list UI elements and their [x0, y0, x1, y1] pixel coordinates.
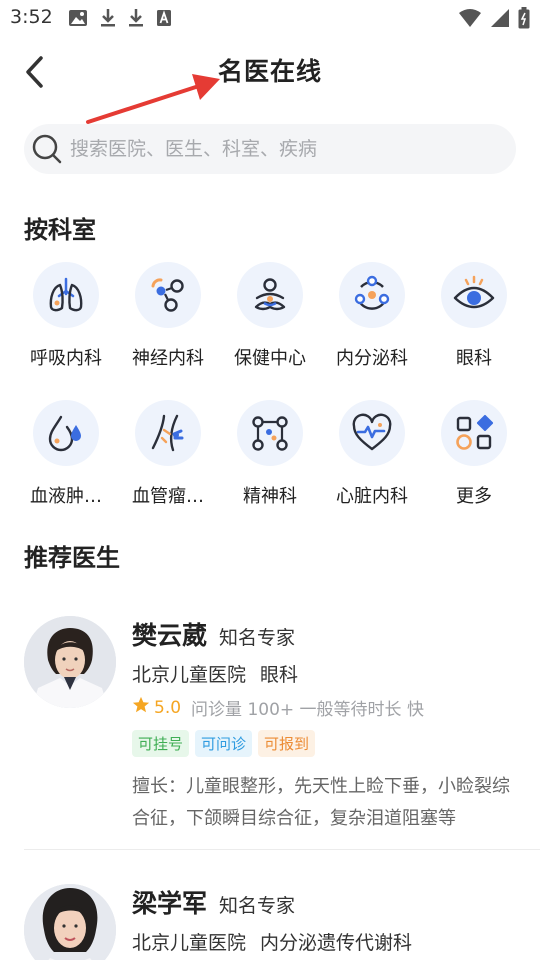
department-item-more[interactable]: 更多	[423, 400, 525, 508]
network-icon	[252, 416, 288, 451]
tag-report: 可报到	[258, 730, 316, 757]
department-label: 内分泌科	[336, 348, 408, 369]
lungs-icon	[49, 277, 83, 312]
department-item[interactable]: 保健中心	[219, 262, 321, 370]
battery-icon	[518, 7, 530, 33]
endocrine-icon	[354, 275, 390, 310]
text-icon	[156, 9, 172, 31]
department-label: 血管瘤…	[132, 486, 204, 507]
image-icon	[68, 9, 88, 31]
status-time: 3:52	[10, 6, 53, 28]
status-bar: 3:52	[0, 0, 540, 36]
neuron-icon	[151, 278, 184, 312]
department-label: 保健中心	[234, 348, 306, 369]
heart-icon	[352, 413, 392, 451]
eye-icon	[453, 275, 495, 309]
department-label: 神经内科	[132, 348, 204, 369]
tag-register: 可挂号	[132, 730, 190, 757]
department-label: 更多	[456, 486, 492, 507]
doctor-stats: 问诊量 100+ 一般等待时长 快	[191, 700, 424, 720]
doctor-department: 眼科	[260, 664, 299, 686]
department-label: 血液肿…	[30, 486, 102, 507]
tag-consult: 可问诊	[195, 730, 253, 757]
department-label: 眼科	[456, 348, 492, 369]
department-item[interactable]: 神经内科	[117, 262, 219, 370]
doctor-name: 樊云葳	[132, 621, 208, 650]
department-item[interactable]: 血管瘤…	[117, 400, 219, 508]
divider	[24, 849, 540, 850]
doctor-hospital: 北京儿童医院	[132, 664, 247, 686]
star-icon	[132, 696, 150, 719]
doctor-hospital: 北京儿童医院	[132, 932, 247, 954]
vessel-icon	[151, 414, 184, 452]
doctor-card[interactable]: 梁学军 知名专家 北京儿童医院 内分泌遗传代谢科	[24, 884, 540, 960]
doctor-rating: 5.0	[154, 697, 182, 718]
blood-drop-icon	[48, 415, 81, 452]
department-item[interactable]: 血液肿…	[15, 400, 117, 508]
department-label: 心脏内科	[336, 486, 408, 507]
download-icon	[128, 8, 144, 32]
department-item[interactable]: 心脏内科	[321, 400, 423, 508]
department-label: 呼吸内科	[30, 348, 102, 369]
recommended-title: 推荐医生	[24, 544, 120, 572]
doctor-card[interactable]: 樊云葳 知名专家 北京儿童医院 眼科 5.0 问诊量 100+ 一般等待时长 快 …	[24, 616, 540, 850]
search-input[interactable]	[70, 138, 490, 160]
department-item[interactable]: 眼科	[423, 262, 525, 370]
search-icon	[30, 132, 64, 166]
doctor-title: 知名专家	[219, 895, 296, 917]
doctor-name: 梁学军	[132, 889, 208, 918]
departments-title: 按科室	[24, 216, 96, 244]
annotation-arrow-icon	[86, 74, 220, 124]
department-label: 精神科	[243, 486, 297, 507]
department-item[interactable]: 内分泌科	[321, 262, 423, 370]
wifi-icon	[458, 8, 482, 32]
avatar	[24, 616, 116, 708]
doctor-specialty: 擅长：儿童眼整形，先天性上睑下垂，小睑裂综合征，下颌瞬目综合征，复杂泪道阻塞等	[132, 776, 510, 829]
search-bar[interactable]	[24, 124, 516, 174]
signal-icon	[490, 8, 510, 32]
doctor-title: 知名专家	[219, 627, 296, 649]
department-grid: 呼吸内科 神经内科 保健中心 内分泌科 眼科 血液肿… 血管瘤… 精神科 心脏内…	[15, 262, 525, 508]
more-grid-icon	[456, 414, 494, 450]
meditation-icon	[254, 278, 286, 311]
department-item[interactable]: 呼吸内科	[15, 262, 117, 370]
doctor-department: 内分泌遗传代谢科	[260, 932, 413, 954]
avatar	[24, 884, 116, 960]
download-icon	[100, 8, 116, 32]
department-item[interactable]: 精神科	[219, 400, 321, 508]
